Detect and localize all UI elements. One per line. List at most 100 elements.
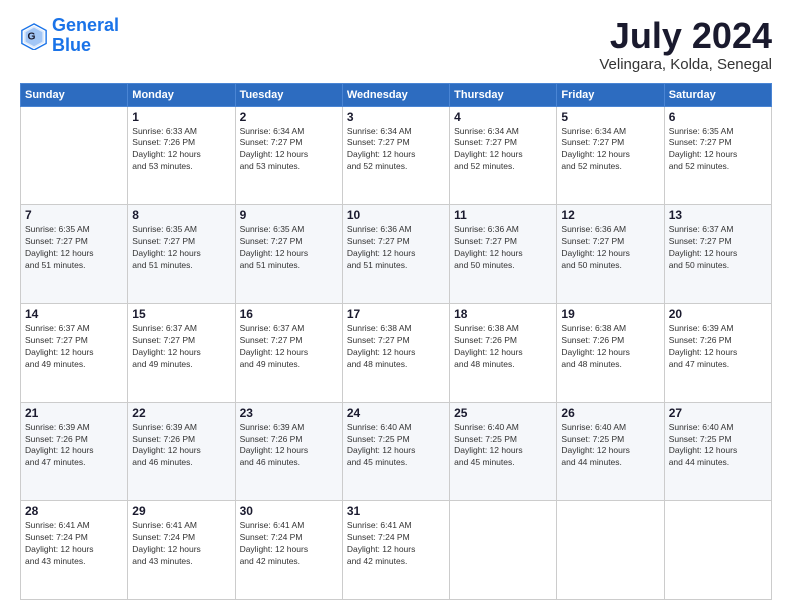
table-cell: 12 Sunrise: 6:36 AM Sunset: 7:27 PM Dayli… (557, 205, 664, 304)
table-cell: 2Sunrise: 6:34 AM Sunset: 7:27 PM Daylig… (235, 106, 342, 205)
table-cell: 15Sunrise: 6:37 AM Sunset: 7:27 PM Dayli… (128, 303, 235, 402)
day-info: Sunrise: 6:39 AM Sunset: 7:26 PM Dayligh… (669, 323, 767, 371)
table-cell: 3 Sunrise: 6:34 AM Sunset: 7:27 PM Daylig… (342, 106, 449, 205)
day-number: 20 (669, 307, 767, 321)
table-cell: 30 Sunrise: 6:41 AM Sunset: 7:24 PM Dayli… (235, 501, 342, 600)
day-info: Sunrise: 6:35 AM Sunset: 7:27 PM Dayligh… (669, 126, 767, 174)
day-info: Sunrise: 6:40 AM Sunset: 7:25 PM Dayligh… (561, 422, 659, 470)
header-row: Sunday Monday Tuesday Wednesday Thursday… (21, 83, 772, 106)
logo-blue: Blue (52, 35, 91, 55)
header: G General Blue July 2024 Velingara, Kold… (20, 16, 772, 73)
day-info: Sunrise: 6:37 AM Sunset: 7:27 PM Dayligh… (240, 323, 338, 371)
table-cell: 21Sunrise: 6:39 AM Sunset: 7:26 PM Dayli… (21, 402, 128, 501)
table-cell: 31 Sunrise: 6:41 AM Sunset: 7:24 PM Dayli… (342, 501, 449, 600)
day-number: 2 (240, 110, 338, 124)
table-cell: 6 Sunrise: 6:35 AM Sunset: 7:27 PM Daylig… (664, 106, 771, 205)
col-friday: Friday (557, 83, 664, 106)
table-cell: 11Sunrise: 6:36 AM Sunset: 7:27 PM Dayli… (450, 205, 557, 304)
day-info: Sunrise: 6:35 AM Sunset: 7:27 PM Dayligh… (132, 224, 230, 272)
day-number: 28 (25, 504, 123, 518)
logo: G General Blue (20, 16, 119, 56)
day-number: 9 (240, 208, 338, 222)
calendar-table: Sunday Monday Tuesday Wednesday Thursday… (20, 83, 772, 600)
day-number: 19 (561, 307, 659, 321)
table-cell: 27Sunrise: 6:40 AM Sunset: 7:25 PM Dayli… (664, 402, 771, 501)
day-number: 13 (669, 208, 767, 222)
day-info: Sunrise: 6:40 AM Sunset: 7:25 PM Dayligh… (347, 422, 445, 470)
day-number: 6 (669, 110, 767, 124)
day-number: 31 (347, 504, 445, 518)
table-cell: 5 Sunrise: 6:34 AM Sunset: 7:27 PM Daylig… (557, 106, 664, 205)
table-cell: 17 Sunrise: 6:38 AM Sunset: 7:27 PM Dayli… (342, 303, 449, 402)
table-cell: 7 Sunrise: 6:35 AM Sunset: 7:27 PM Daylig… (21, 205, 128, 304)
title-block: July 2024 Velingara, Kolda, Senegal (599, 16, 772, 73)
month-title: July 2024 (599, 16, 772, 56)
table-cell: 18 Sunrise: 6:38 AM Sunset: 7:26 PM Dayli… (450, 303, 557, 402)
day-number: 14 (25, 307, 123, 321)
week-row-5: 28 Sunrise: 6:41 AM Sunset: 7:24 PM Dayli… (21, 501, 772, 600)
day-number: 7 (25, 208, 123, 222)
day-number: 12 (561, 208, 659, 222)
day-info: Sunrise: 6:35 AM Sunset: 7:27 PM Dayligh… (25, 224, 123, 272)
table-cell: 24Sunrise: 6:40 AM Sunset: 7:25 PM Dayli… (342, 402, 449, 501)
day-number: 23 (240, 406, 338, 420)
table-cell: 16 Sunrise: 6:37 AM Sunset: 7:27 PM Dayli… (235, 303, 342, 402)
day-number: 29 (132, 504, 230, 518)
table-cell: 23 Sunrise: 6:39 AM Sunset: 7:26 PM Dayli… (235, 402, 342, 501)
day-number: 1 (132, 110, 230, 124)
col-sunday: Sunday (21, 83, 128, 106)
svg-text:G: G (27, 32, 35, 43)
table-cell: 22Sunrise: 6:39 AM Sunset: 7:26 PM Dayli… (128, 402, 235, 501)
day-number: 11 (454, 208, 552, 222)
day-info: Sunrise: 6:36 AM Sunset: 7:27 PM Dayligh… (561, 224, 659, 272)
day-number: 5 (561, 110, 659, 124)
logo-general: General (52, 15, 119, 35)
day-info: Sunrise: 6:37 AM Sunset: 7:27 PM Dayligh… (132, 323, 230, 371)
table-cell: 1 Sunrise: 6:33 AM Sunset: 7:26 PM Daylig… (128, 106, 235, 205)
day-info: Sunrise: 6:36 AM Sunset: 7:27 PM Dayligh… (347, 224, 445, 272)
col-monday: Monday (128, 83, 235, 106)
week-row-1: 1 Sunrise: 6:33 AM Sunset: 7:26 PM Daylig… (21, 106, 772, 205)
table-cell: 25 Sunrise: 6:40 AM Sunset: 7:25 PM Dayli… (450, 402, 557, 501)
day-number: 8 (132, 208, 230, 222)
day-info: Sunrise: 6:34 AM Sunset: 7:27 PM Dayligh… (561, 126, 659, 174)
table-cell (21, 106, 128, 205)
day-number: 16 (240, 307, 338, 321)
table-cell: 20 Sunrise: 6:39 AM Sunset: 7:26 PM Dayli… (664, 303, 771, 402)
week-row-3: 14 Sunrise: 6:37 AM Sunset: 7:27 PM Dayli… (21, 303, 772, 402)
day-number: 27 (669, 406, 767, 420)
day-info: Sunrise: 6:35 AM Sunset: 7:27 PM Dayligh… (240, 224, 338, 272)
day-number: 26 (561, 406, 659, 420)
col-wednesday: Wednesday (342, 83, 449, 106)
day-number: 25 (454, 406, 552, 420)
day-info: Sunrise: 6:40 AM Sunset: 7:25 PM Dayligh… (454, 422, 552, 470)
table-cell: 9 Sunrise: 6:35 AM Sunset: 7:27 PM Daylig… (235, 205, 342, 304)
day-info: Sunrise: 6:39 AM Sunset: 7:26 PM Dayligh… (240, 422, 338, 470)
col-saturday: Saturday (664, 83, 771, 106)
day-number: 4 (454, 110, 552, 124)
table-cell: 13 Sunrise: 6:37 AM Sunset: 7:27 PM Dayli… (664, 205, 771, 304)
week-row-4: 21Sunrise: 6:39 AM Sunset: 7:26 PM Dayli… (21, 402, 772, 501)
day-info: Sunrise: 6:41 AM Sunset: 7:24 PM Dayligh… (347, 520, 445, 568)
table-cell: 4 Sunrise: 6:34 AM Sunset: 7:27 PM Daylig… (450, 106, 557, 205)
day-info: Sunrise: 6:38 AM Sunset: 7:27 PM Dayligh… (347, 323, 445, 371)
day-number: 30 (240, 504, 338, 518)
day-info: Sunrise: 6:39 AM Sunset: 7:26 PM Dayligh… (132, 422, 230, 470)
table-cell: 26 Sunrise: 6:40 AM Sunset: 7:25 PM Dayli… (557, 402, 664, 501)
day-info: Sunrise: 6:37 AM Sunset: 7:27 PM Dayligh… (669, 224, 767, 272)
table-cell: 8 Sunrise: 6:35 AM Sunset: 7:27 PM Daylig… (128, 205, 235, 304)
table-cell: 29Sunrise: 6:41 AM Sunset: 7:24 PM Dayli… (128, 501, 235, 600)
day-info: Sunrise: 6:34 AM Sunset: 7:27 PM Dayligh… (454, 126, 552, 174)
table-cell: 10 Sunrise: 6:36 AM Sunset: 7:27 PM Dayli… (342, 205, 449, 304)
week-row-2: 7 Sunrise: 6:35 AM Sunset: 7:27 PM Daylig… (21, 205, 772, 304)
page: G General Blue July 2024 Velingara, Kold… (0, 0, 792, 612)
day-number: 10 (347, 208, 445, 222)
day-number: 18 (454, 307, 552, 321)
day-info: Sunrise: 6:38 AM Sunset: 7:26 PM Dayligh… (454, 323, 552, 371)
day-info: Sunrise: 6:33 AM Sunset: 7:26 PM Dayligh… (132, 126, 230, 174)
day-number: 17 (347, 307, 445, 321)
day-info: Sunrise: 6:41 AM Sunset: 7:24 PM Dayligh… (240, 520, 338, 568)
day-number: 3 (347, 110, 445, 124)
day-info: Sunrise: 6:41 AM Sunset: 7:24 PM Dayligh… (25, 520, 123, 568)
day-info: Sunrise: 6:34 AM Sunset: 7:27 PM Dayligh… (347, 126, 445, 174)
